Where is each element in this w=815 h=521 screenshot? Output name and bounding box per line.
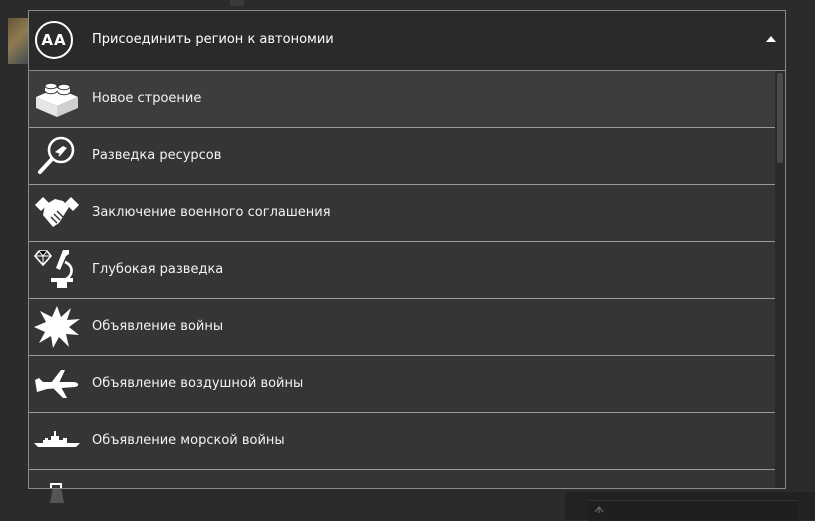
list-item-declare-air-war[interactable]: Объявление воздушной войны [29, 356, 775, 413]
list-item-resource-scouting[interactable]: Разведка ресурсов [29, 128, 775, 185]
list-item-partial[interactable] [29, 470, 775, 488]
background-small-icon [594, 506, 604, 513]
diamond-microscope-icon [33, 250, 73, 288]
list-item-label: Объявление морской войны [92, 433, 285, 448]
dropdown-list: Новое строение Разведка ресурсов Заключе… [29, 71, 775, 488]
list-item-declare-war[interactable]: Объявление войны [29, 299, 775, 356]
background-avatar [8, 18, 30, 64]
aa-badge-icon: AA [35, 21, 73, 59]
scrollbar-thumb[interactable] [777, 73, 783, 163]
caret-up-icon[interactable] [766, 36, 776, 42]
list-item-label: Объявление воздушной войны [92, 376, 304, 391]
brick-icon [36, 82, 78, 117]
list-item-deep-scouting[interactable]: Глубокая разведка [29, 242, 775, 299]
list-item-new-building[interactable]: Новое строение [29, 71, 775, 128]
dropdown-header[interactable]: AA Присоединить регион к автономии [29, 11, 785, 71]
list-item-declare-naval-war[interactable]: Объявление морской войны [29, 413, 775, 470]
list-item-label: Объявление войны [92, 319, 224, 334]
background-panel-inner [588, 500, 798, 521]
warship-icon [34, 431, 80, 447]
dropdown-selected-label: Присоединить регион к автономии [92, 32, 334, 47]
tower-icon [50, 483, 62, 488]
list-item-label: Заключение военного соглашения [92, 205, 331, 220]
background-top-element [230, 0, 244, 6]
handshake-icon [35, 197, 79, 227]
explosion-icon [34, 306, 80, 348]
list-item-label: Разведка ресурсов [92, 148, 222, 163]
list-item-label: Новое строение [92, 91, 202, 106]
action-dropdown[interactable]: AA Присоединить регион к автономии Новое… [28, 10, 786, 489]
list-item-military-agreement[interactable]: Заключение военного соглашения [29, 185, 775, 242]
list-item-label: Глубокая разведка [92, 262, 224, 277]
airplane-icon [35, 370, 79, 398]
dropdown-scrollbar[interactable] [775, 71, 785, 488]
magnifier-resource-icon [38, 136, 75, 174]
